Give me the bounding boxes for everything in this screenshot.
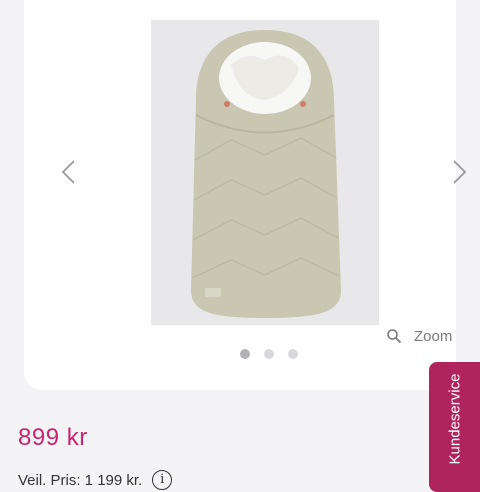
magnifier-icon xyxy=(387,329,402,344)
gallery-dot-1[interactable] xyxy=(240,349,250,359)
zoom-button[interactable]: Zoom xyxy=(386,325,452,347)
product-price: 899 kr xyxy=(18,424,88,451)
zoom-label: Zoom xyxy=(414,327,453,345)
product-image[interactable] xyxy=(151,20,379,325)
customer-service-label: Kundeservice xyxy=(446,373,463,465)
next-image-button[interactable] xyxy=(446,158,472,186)
gallery-pagination xyxy=(240,349,298,359)
product-gallery-card: Zoom xyxy=(24,0,467,390)
info-icon[interactable]: i xyxy=(152,470,173,490)
chevron-right-icon xyxy=(453,160,467,184)
recommended-price-label: Veil. Pris: 1 199 kr. xyxy=(18,471,143,489)
gallery-dot-2[interactable] xyxy=(264,349,274,359)
customer-service-tab[interactable]: Kundeservice xyxy=(429,362,480,492)
footmuff-illustration xyxy=(151,20,379,325)
previous-image-button[interactable] xyxy=(56,158,82,186)
chevron-left-icon xyxy=(61,160,75,184)
recommended-price: Veil. Pris: 1 199 kr. i xyxy=(18,470,173,490)
gallery-dot-3[interactable] xyxy=(288,349,298,359)
